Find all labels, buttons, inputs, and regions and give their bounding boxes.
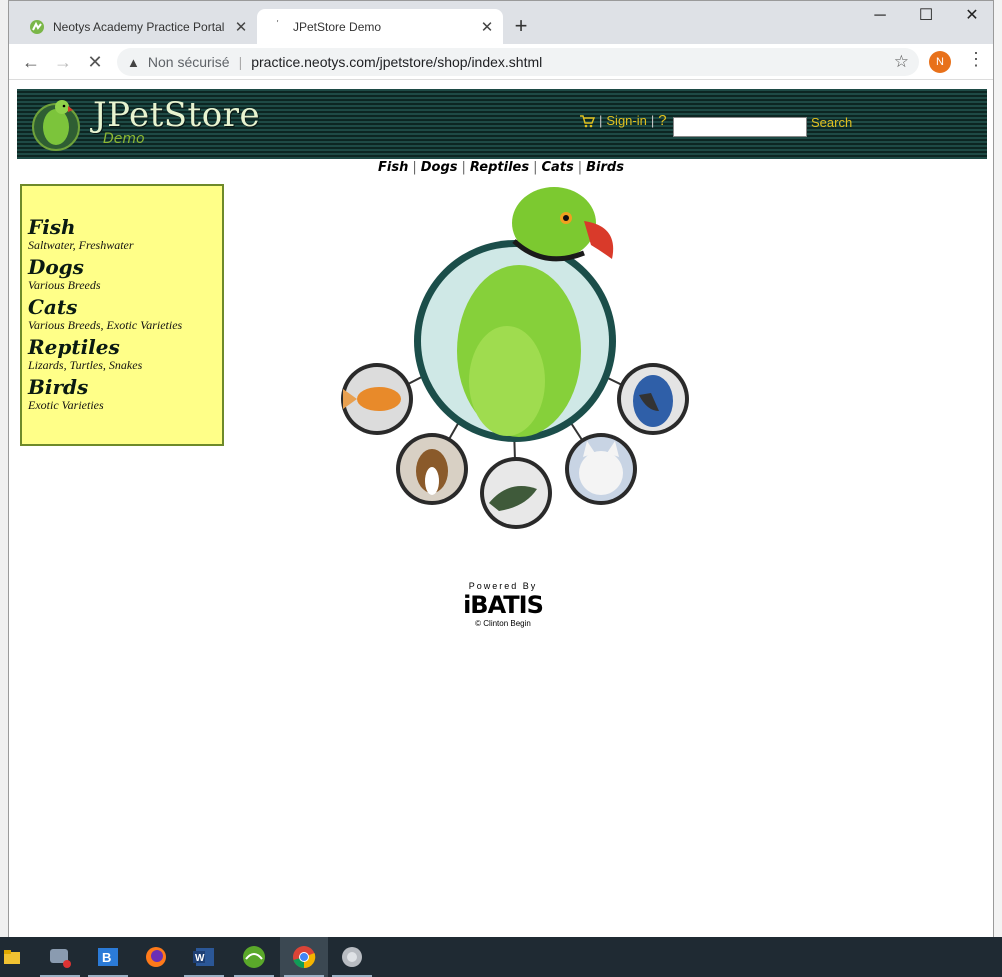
url-text[interactable]: practice.neotys.com/jpetstore/shop/index… — [251, 54, 542, 70]
sidebar-item-cats: Cats Various Breeds, Exotic Varieties — [28, 296, 222, 332]
quicklink-separator: | — [533, 160, 538, 175]
sidebar-desc: Saltwater, Freshwater — [28, 238, 134, 252]
page-content: JPetStore Demo | Sign-in | ? Search Fish… — [9, 81, 993, 937]
fish-map-area[interactable] — [341, 363, 413, 435]
quicklink-birds[interactable]: Birds — [586, 160, 624, 175]
background-desktop-right — [994, 0, 1002, 937]
help-icon[interactable]: ? — [658, 112, 666, 129]
app-with-badge-icon[interactable] — [36, 937, 84, 977]
macaw-map-area[interactable] — [617, 363, 689, 435]
warning-icon[interactable]: ▲ — [127, 55, 140, 70]
ibatis-logo: iBATIS — [447, 591, 559, 619]
tab-close-icon[interactable]: ✕ — [231, 18, 251, 36]
header-separator: | — [599, 113, 603, 128]
browser-menu-icon[interactable]: ⋮ — [967, 49, 985, 70]
search-button[interactable]: Search — [811, 115, 852, 130]
browser-toolbar: ← → ✕ ▲ Non sécurisé | practice.neotys.c… — [9, 44, 993, 80]
logo-subtitle: Demo — [103, 131, 145, 147]
quicklink-separator: | — [412, 160, 417, 175]
sign-in-link[interactable]: Sign-in — [606, 113, 646, 128]
loading-icon — [269, 19, 285, 35]
sidebar-desc: Various Breeds, Exotic Varieties — [28, 318, 183, 332]
shopping-cart-icon[interactable] — [579, 114, 595, 128]
sidebar-link-fish[interactable]: Fish — [28, 216, 222, 238]
neotys-favicon-icon — [29, 19, 45, 35]
sidebar-item-reptiles: Reptiles Lizards, Turtles, Snakes — [28, 336, 222, 372]
reptiles-map-area[interactable] — [480, 457, 552, 529]
sidebar-link-birds[interactable]: Birds — [28, 376, 222, 398]
quicklink-dogs[interactable]: Dogs — [421, 160, 458, 175]
forward-icon[interactable]: → — [51, 50, 75, 74]
close-window-icon[interactable]: ✕ — [949, 5, 995, 27]
tab-neotys-academy[interactable]: Neotys Academy Practice Portal ✕ — [17, 9, 257, 44]
app-b-icon[interactable]: B — [84, 937, 132, 977]
sidebar-link-reptiles[interactable]: Reptiles — [28, 336, 222, 358]
birds-map-area[interactable] — [414, 187, 616, 442]
security-label[interactable]: Non sécurisé — [148, 54, 230, 70]
sidebar-item-birds: Birds Exotic Varieties — [28, 376, 222, 412]
file-explorer-icon[interactable] — [0, 937, 24, 977]
bookmark-star-icon[interactable]: ☆ — [894, 52, 909, 72]
site-header: JPetStore Demo | Sign-in | ? Search — [17, 89, 987, 159]
parrot-logo-icon[interactable] — [31, 95, 81, 153]
sidebar-item-dogs: Dogs Various Breeds — [28, 256, 222, 292]
chrome-icon[interactable] — [280, 937, 328, 977]
powered-by-ibatis[interactable]: Powered By iBATIS © Clinton Begin — [447, 581, 559, 637]
logo-title[interactable]: JPetStore — [93, 95, 260, 135]
profile-avatar[interactable]: N — [929, 51, 951, 73]
back-icon[interactable]: ← — [19, 50, 43, 74]
category-quicklinks: Fish | Dogs | Reptiles | Cats | Birds — [9, 160, 993, 175]
maximize-icon[interactable]: ☐ — [903, 5, 949, 27]
word-icon[interactable]: W — [180, 937, 228, 977]
sidebar-desc: Various Breeds — [28, 278, 101, 292]
quicklink-separator: | — [577, 160, 583, 175]
address-bar[interactable]: ▲ Non sécurisé | practice.neotys.com/jpe… — [117, 48, 919, 76]
header-separator: | — [650, 113, 655, 128]
quicklink-separator: | — [461, 160, 466, 175]
powered-by-label: Powered By — [468, 581, 538, 591]
green-app-icon[interactable] — [230, 937, 278, 977]
gray-app-icon[interactable] — [328, 937, 376, 977]
browser-window: Neotys Academy Practice Portal ✕ JPetSto… — [8, 0, 994, 937]
windows-taskbar: B W — [0, 937, 1002, 977]
tab-strip: Neotys Academy Practice Portal ✕ JPetSto… — [9, 1, 993, 44]
pet-image-map — [341, 187, 689, 529]
sidebar-link-cats[interactable]: Cats — [28, 296, 222, 318]
sidebar-link-dogs[interactable]: Dogs — [28, 256, 222, 278]
svg-text:W: W — [195, 953, 205, 964]
stop-loading-icon[interactable]: ✕ — [83, 50, 107, 74]
quicklink-reptiles[interactable]: Reptiles — [470, 160, 529, 175]
svg-text:B: B — [102, 950, 111, 965]
sidebar-desc: Exotic Varieties — [28, 398, 104, 412]
header-links: | Sign-in | ? — [579, 112, 667, 129]
address-separator: | — [238, 54, 243, 70]
tab-title: Neotys Academy Practice Portal — [53, 19, 225, 34]
cats-map-area[interactable] — [565, 433, 637, 505]
search-input[interactable] — [673, 117, 807, 137]
tab-jpetstore[interactable]: JPetStore Demo ✕ — [257, 9, 503, 44]
category-sidebar: Fish Saltwater, Freshwater Dogs Various … — [20, 184, 224, 446]
dogs-map-area[interactable] — [396, 433, 468, 505]
sidebar-item-fish: Fish Saltwater, Freshwater — [28, 216, 222, 252]
firefox-icon[interactable] — [132, 937, 180, 977]
new-tab-button[interactable]: + — [509, 14, 533, 38]
background-desktop-left — [0, 0, 8, 937]
minimize-icon[interactable]: ─ — [857, 5, 903, 27]
sidebar-desc: Lizards, Turtles, Snakes — [28, 358, 143, 372]
tab-title: JPetStore Demo — [293, 19, 382, 34]
quicklink-cats[interactable]: Cats — [541, 160, 573, 175]
ibatis-brand-text: iBATIS — [463, 591, 544, 619]
tab-close-icon[interactable]: ✕ — [477, 18, 497, 36]
quicklink-fish[interactable]: Fish — [378, 160, 408, 175]
copyright-text: © Clinton Begin — [475, 619, 531, 628]
